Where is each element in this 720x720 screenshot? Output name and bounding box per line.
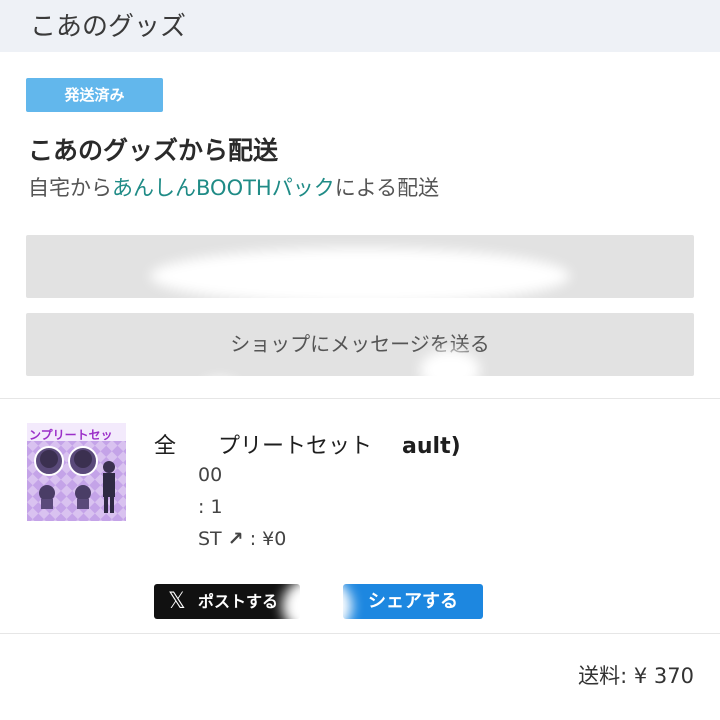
item-name-part: プリートセット xyxy=(218,434,373,459)
shipping-method-prefix: 自宅から xyxy=(28,176,112,200)
shipping-fee: 送料: ¥ 370 xyxy=(578,664,694,688)
item-quantity: : 1 xyxy=(198,496,223,518)
status-badge: 発送済み xyxy=(26,78,163,112)
shipping-title: こあのグッズから配送 xyxy=(28,136,279,165)
section-divider xyxy=(0,633,720,634)
shop-title: こあのグッズ xyxy=(30,12,187,42)
item-name-part: 全 xyxy=(154,434,177,459)
boost-amount: : ¥0 xyxy=(249,528,287,550)
thumbnail-caption: ンプリートセッ xyxy=(29,428,113,442)
redaction-mark xyxy=(420,350,480,390)
item-price: 00 xyxy=(198,464,223,486)
arrow-up-right-icon: ↗ xyxy=(227,528,244,550)
shipping-method: 自宅からあんしんBOOTHパックによる配送 xyxy=(28,172,439,202)
share-button[interactable]: シェアする xyxy=(343,584,483,619)
item-name-part: ault) xyxy=(402,434,461,459)
section-divider xyxy=(0,398,720,399)
post-to-x-button[interactable]: 𝕏 ポストする xyxy=(154,584,300,619)
redaction-mark xyxy=(150,248,570,304)
redaction-mark xyxy=(282,576,352,636)
post-button-label: ポストする xyxy=(198,592,279,611)
item-boost: ST ↗ : ¥0 xyxy=(198,528,286,550)
item-thumbnail[interactable]: ンプリートセッ xyxy=(27,423,126,521)
x-logo-icon: 𝕏 xyxy=(168,589,186,614)
redaction-mark xyxy=(200,378,240,404)
shipping-method-suffix: による配送 xyxy=(334,176,440,200)
message-shop-button[interactable]: ショップにメッセージを送る xyxy=(26,313,694,376)
app-header: こあのグッズ xyxy=(0,0,720,52)
booth-pack-link[interactable]: あんしんBOOTHパック xyxy=(112,176,335,200)
item-name[interactable]: 全 プリートセット ault) xyxy=(154,428,461,460)
boost-label: ST xyxy=(198,528,222,550)
